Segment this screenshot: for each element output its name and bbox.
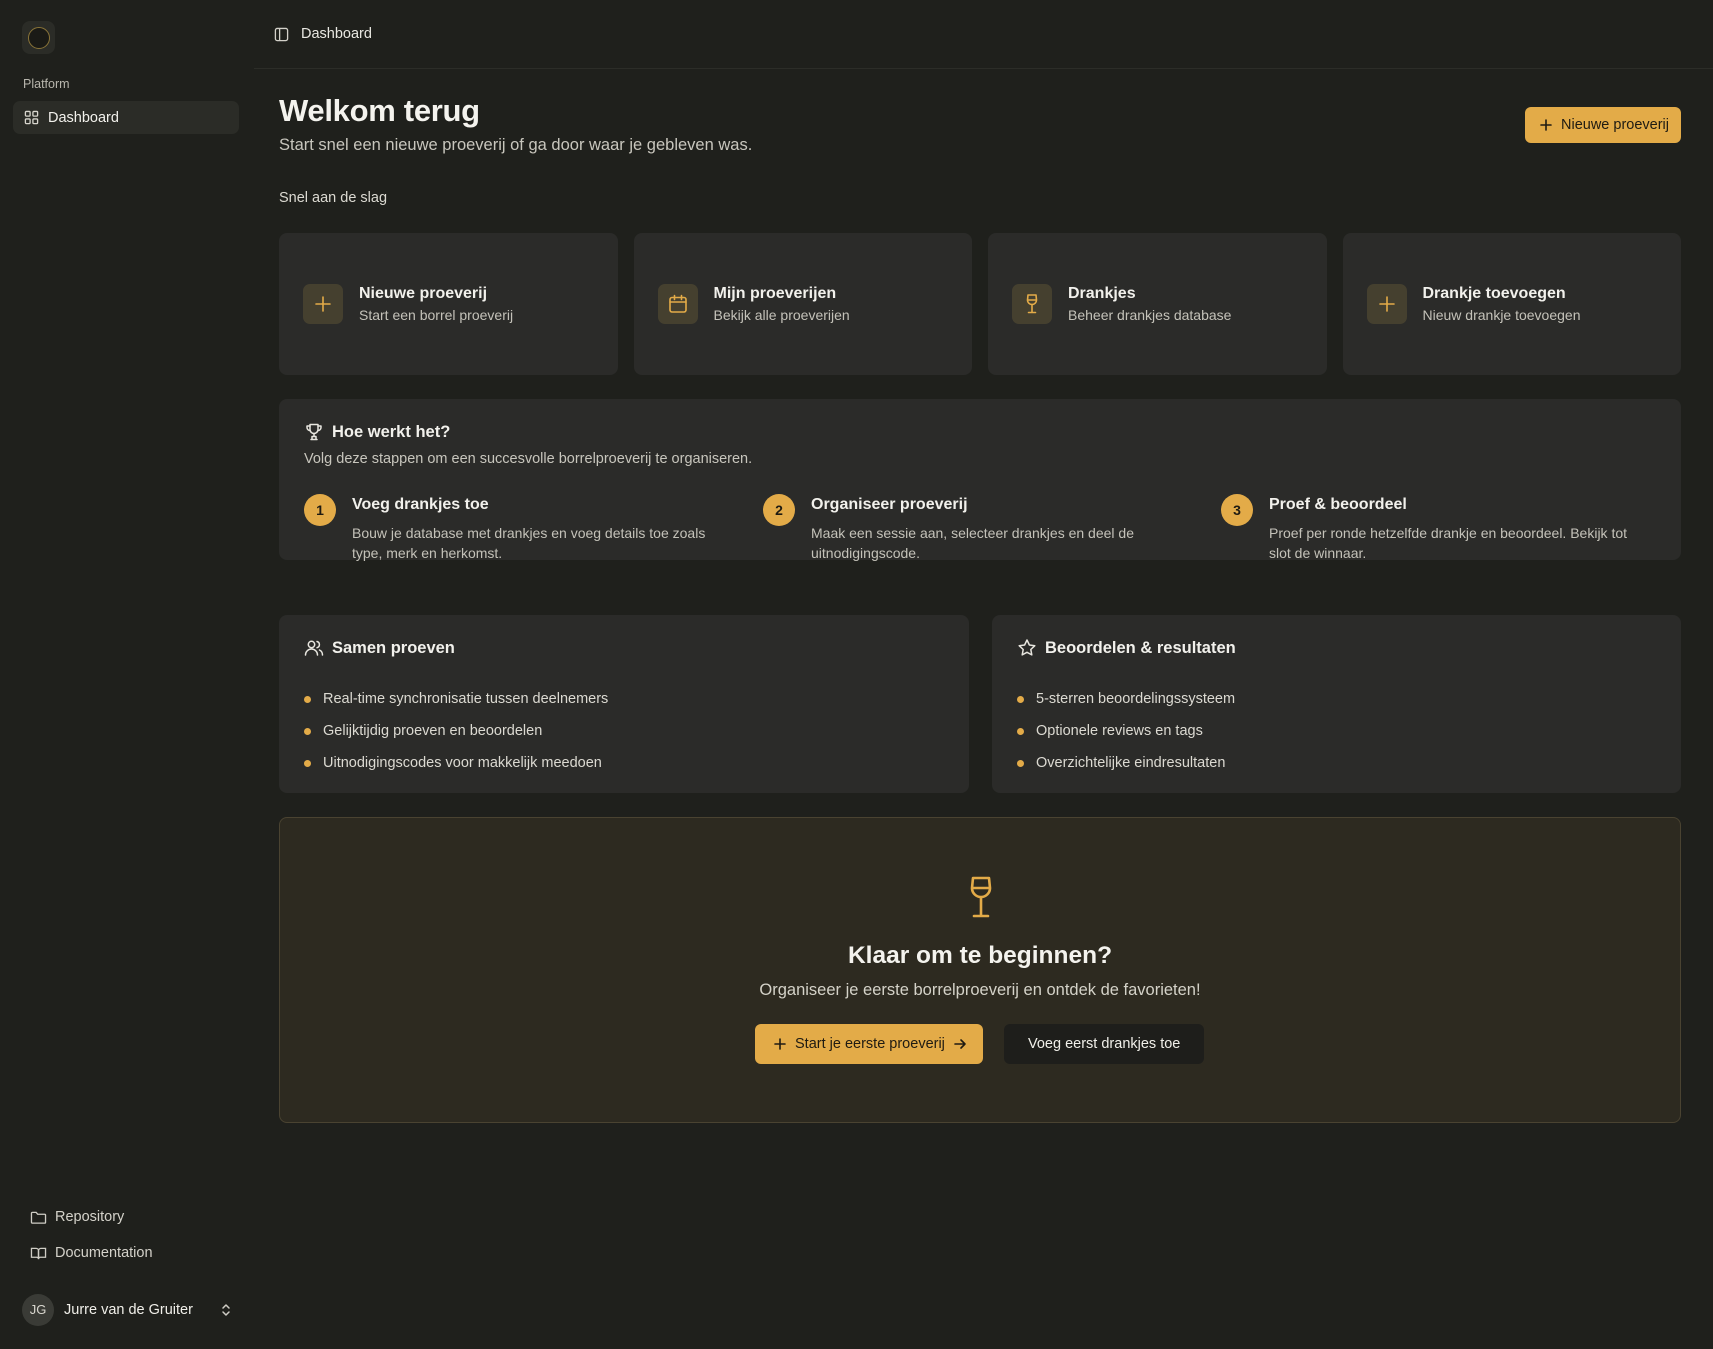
get-started-card: Klaar om te beginnen? Organiseer je eers… — [279, 817, 1681, 1123]
quick-card-desc: Beheer drankjes database — [1068, 307, 1232, 323]
quick-card-new-tasting[interactable]: Nieuwe proeverij Start een borrel proeve… — [279, 233, 618, 375]
button-label: Nieuwe proeverij — [1561, 117, 1669, 133]
quick-card-title: Drankje toevoegen — [1422, 285, 1566, 302]
book-icon — [30, 1246, 47, 1261]
page-title: Welkom terug — [279, 93, 480, 128]
feature-card-together: Samen proeven Real-time synchronisatie t… — [279, 615, 969, 793]
quick-start-label: Snel aan de slag — [279, 190, 388, 206]
step-number: 3 — [1221, 494, 1253, 526]
quick-card-desc: Start een borrel proeverij — [359, 307, 514, 323]
button-label: Start je eerste proeverij — [795, 1036, 945, 1052]
feature-card-rating: Beoordelen & resultaten 5-sterren beoord… — [992, 615, 1681, 793]
card-header: Hoe werkt het? — [304, 422, 450, 442]
step-title: Voeg drankjes toe — [352, 496, 489, 513]
plus-icon — [1366, 284, 1407, 324]
star-icon — [1017, 638, 1037, 658]
step-desc: Bouw je database met drankjes en voeg de… — [352, 525, 706, 561]
card-title: Beoordelen & resultaten — [1045, 638, 1236, 657]
cta-description: Organiseer je eerste borrelproeverij en … — [759, 981, 1201, 999]
sidebar-toggle-icon[interactable] — [274, 27, 289, 42]
sidebar-link-repository[interactable]: Repository — [30, 1205, 124, 1229]
bullet-dot — [304, 759, 311, 767]
card-header: Beoordelen & resultaten — [1017, 638, 1236, 658]
step-3: 3 Proef & beoordeel Proef per ronde hetz… — [1221, 494, 1641, 563]
app-logo[interactable] — [22, 21, 55, 54]
how-it-works-card: Hoe werkt het? Volg deze stappen om een … — [279, 399, 1681, 563]
quick-card-title: Mijn proeverijen — [713, 285, 837, 302]
quick-card-drinks[interactable]: Drankjes Beheer drankjes database — [988, 233, 1327, 375]
grid-icon — [24, 110, 39, 125]
page-subtitle: Start snel een nieuwe proeverij of ga do… — [279, 136, 753, 154]
calendar-icon — [657, 284, 698, 324]
step-1: 1 Voeg drankjes toe Bouw je database met… — [304, 494, 724, 563]
bullet-dot — [1017, 695, 1024, 703]
start-first-tasting-button[interactable]: Start je eerste proeverij — [755, 1024, 983, 1064]
card-description: Volg deze stappen om een succesvolle bor… — [304, 451, 753, 467]
quick-card-add-drink[interactable]: Drankje toevoegen Nieuw drankje toevoege… — [1342, 233, 1681, 375]
sidebar-group-label: Platform — [23, 77, 70, 91]
arrow-right-icon — [953, 1037, 967, 1051]
sidebar-link-documentation[interactable]: Documentation — [30, 1241, 153, 1265]
avatar: JG — [22, 1293, 54, 1326]
list-item: Gelijktijdig proeven en beoordelen — [304, 715, 608, 747]
sidebar-item-dashboard[interactable]: Dashboard — [13, 101, 239, 134]
list-item-text: Gelijktijdig proeven en beoordelen — [323, 723, 543, 739]
list-item: 5-sterren beoordelingssysteem — [1017, 683, 1235, 715]
feature-list: Real-time synchronisatie tussen deelneme… — [304, 683, 608, 779]
logo-emblem — [27, 26, 50, 49]
card-title: Samen proeven — [332, 638, 455, 657]
step-desc: Maak een sessie aan, selecteer drankjes … — [811, 525, 1134, 561]
breadcrumb: Dashboard — [301, 26, 372, 42]
quick-card-desc: Nieuw drankje toevoegen — [1422, 307, 1581, 323]
step-number: 1 — [304, 494, 336, 526]
step-2: 2 Organiseer proeverij Maak een sessie a… — [763, 494, 1183, 563]
list-item-text: Uitnodigingscodes voor makkelijk meedoen — [323, 755, 602, 771]
plus-icon — [303, 284, 343, 324]
step-title: Proef & beoordeel — [1269, 496, 1407, 513]
list-item: Overzichtelijke eindresultaten — [1017, 747, 1235, 779]
users-icon — [304, 638, 324, 658]
wine-glass-icon — [1012, 284, 1052, 324]
quick-card-title: Nieuwe proeverij — [359, 285, 488, 302]
wine-glass-icon — [964, 875, 998, 921]
folder-icon — [30, 1210, 47, 1225]
card-title: Hoe werkt het? — [332, 422, 451, 441]
list-item-text: Overzichtelijke eindresultaten — [1036, 755, 1226, 771]
quick-card-desc: Bekijk alle proeverijen — [713, 307, 850, 323]
step-title: Organiseer proeverij — [811, 496, 968, 513]
add-drinks-first-button[interactable]: Voeg eerst drankjes toe — [1004, 1024, 1205, 1064]
list-item-text: 5-sterren beoordelingssysteem — [1036, 691, 1236, 707]
chevrons-up-down-icon — [220, 1302, 232, 1318]
step-desc: Proef per ronde hetzelfde drankje en beo… — [1269, 525, 1628, 561]
trophy-icon — [304, 422, 324, 442]
quick-start-grid: Nieuwe proeverij Start een borrel proeve… — [279, 233, 1681, 375]
list-item-text: Optionele reviews en tags — [1036, 723, 1203, 739]
user-name: Jurre van de Gruiter — [64, 1301, 193, 1318]
step-number: 2 — [763, 494, 795, 526]
list-item: Uitnodigingscodes voor makkelijk meedoen — [304, 747, 608, 779]
feature-list: 5-sterren beoordelingssysteem Optionele … — [1017, 683, 1235, 779]
user-menu[interactable]: JG Jurre van de Gruiter — [22, 1293, 232, 1326]
bullet-dot — [304, 695, 311, 703]
cta-title: Klaar om te beginnen? — [847, 942, 1113, 969]
sidebar: Platform Dashboard Repository Documentat… — [0, 0, 254, 1349]
sidebar-link-label: Repository — [55, 1209, 125, 1225]
bullet-dot — [304, 727, 311, 735]
quick-card-my-tastings[interactable]: Mijn proeverijen Bekijk alle proeverijen — [633, 233, 972, 375]
quick-card-title: Drankjes — [1068, 285, 1136, 302]
plus-icon — [1539, 118, 1553, 132]
sidebar-item-label: Dashboard — [48, 109, 119, 126]
topbar: Dashboard — [254, 0, 1713, 69]
list-item: Optionele reviews en tags — [1017, 715, 1235, 747]
list-item: Real-time synchronisatie tussen deelneme… — [304, 683, 608, 715]
bullet-dot — [1017, 759, 1024, 767]
list-item-text: Real-time synchronisatie tussen deelneme… — [323, 691, 609, 707]
plus-icon — [773, 1037, 787, 1051]
bullet-dot — [1017, 727, 1024, 735]
sidebar-link-label: Documentation — [55, 1245, 153, 1261]
card-header: Samen proeven — [304, 638, 455, 658]
new-tasting-button[interactable]: Nieuwe proeverij — [1525, 107, 1681, 143]
